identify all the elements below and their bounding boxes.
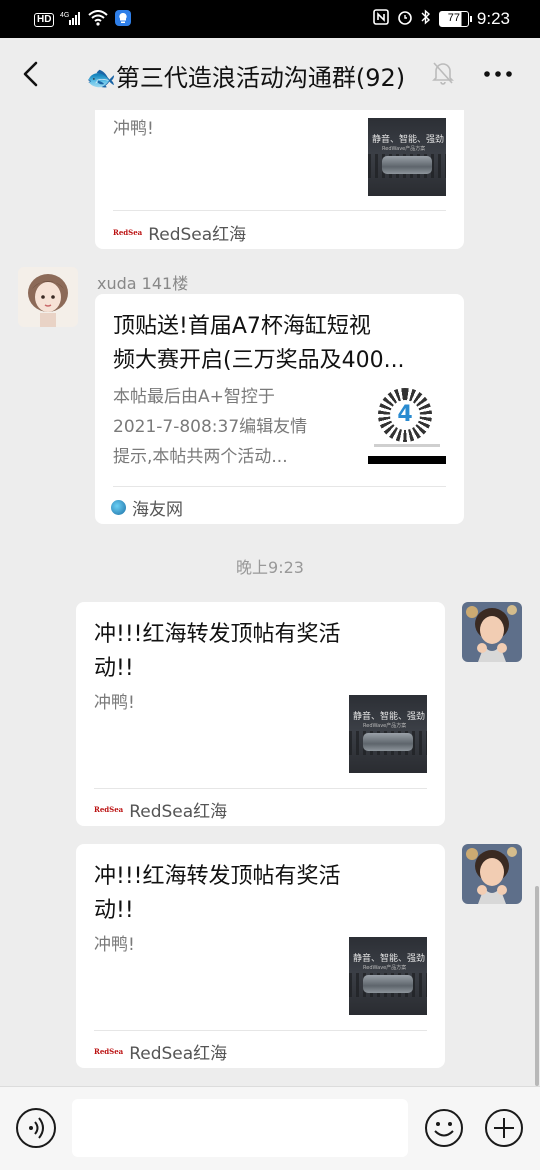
chat-message-list[interactable]: 冲鸭! 静音、智能、强劲 RedWave产品方案 RedSea RedSea红海… xyxy=(0,110,540,1086)
self-avatar[interactable] xyxy=(462,844,522,904)
card-source-name: RedSea红海 xyxy=(129,802,228,822)
card-description: 2021-7-808:37编辑友情 xyxy=(113,417,308,437)
chevron-left-icon xyxy=(23,61,38,87)
self-avatar[interactable] xyxy=(462,602,522,662)
app-notification-icon xyxy=(114,9,132,31)
girl-photo-avatar-icon xyxy=(462,844,522,904)
sender-name: xuda 141楼 xyxy=(97,274,189,293)
group-title: 🐟第三代造浪活动沟通群(92) xyxy=(86,64,406,92)
bluetooth-icon xyxy=(421,9,431,29)
card-source: RedSea RedSea红海 xyxy=(113,220,246,245)
thumb-caption: 静音、智能、强劲 xyxy=(372,135,445,145)
card-title: 顶贴送!首届A7杯海缸短视 xyxy=(113,314,371,339)
svg-text:4G: 4G xyxy=(60,12,69,19)
hd-icon: HD xyxy=(34,13,55,27)
card-source-name: RedSea红海 xyxy=(129,1044,228,1064)
card-thumbnail: 静音、智能、强劲 RedWave产品方案 xyxy=(349,695,427,773)
link-card[interactable]: 冲!!!红海转发顶帖有奖活 动!! 冲鸭! 静音、智能、强劲 RedWave产品… xyxy=(76,602,445,826)
card-source: RedSea RedSea红海 xyxy=(94,1039,227,1064)
card-title: 频大赛开启(三万奖品及400... xyxy=(113,348,405,373)
card-title: 动!! xyxy=(94,898,134,923)
clock: 9:23 xyxy=(476,9,510,28)
voice-input-button[interactable] xyxy=(16,1108,56,1148)
card-thumbnail: 静音、智能、强劲 RedWave产品方案 xyxy=(349,937,427,1015)
more-actions-button[interactable] xyxy=(484,1108,524,1148)
card-description: 本帖最后由A+智控于 xyxy=(113,387,275,407)
message-input-bar xyxy=(0,1086,540,1170)
scrollbar[interactable] xyxy=(535,886,539,1086)
voice-icon xyxy=(29,1117,44,1139)
thumb-subcaption: RedWave产品方案 xyxy=(363,965,407,971)
thumb-caption: 静音、智能、强劲 xyxy=(353,712,426,722)
link-card[interactable]: 冲!!!红海转发顶帖有奖活 动!! 冲鸭! 静音、智能、强劲 RedWave产品… xyxy=(76,844,445,1068)
plus-circle-icon xyxy=(485,1109,523,1147)
smiley-icon xyxy=(425,1109,463,1147)
status-bar: HD 4G 77 9:23 xyxy=(0,0,540,38)
card-source: RedSea RedSea红海 xyxy=(94,797,227,822)
nfc-icon xyxy=(373,9,389,29)
card-source-name: RedSea红海 xyxy=(148,225,247,245)
card-source: 海友网 xyxy=(111,495,183,520)
illustrated-girl-avatar-icon xyxy=(18,267,78,327)
card-title: 冲!!!红海转发顶帖有奖活 xyxy=(94,622,341,647)
card-description: 冲鸭! xyxy=(94,693,135,713)
thumb-caption: 静音、智能、强劲 xyxy=(353,954,426,964)
card-description: 提示,本帖共两个活动... xyxy=(113,447,288,467)
emoji-button[interactable] xyxy=(424,1108,464,1148)
mute-bell-icon xyxy=(432,60,454,86)
message-timestamp: 晚上9:23 xyxy=(236,558,304,577)
back-button[interactable] xyxy=(14,56,50,92)
card-title: 冲!!!红海转发顶帖有奖活 xyxy=(94,864,341,889)
chat-header: 🐟第三代造浪活动沟通群(92) xyxy=(0,38,540,110)
more-options-button[interactable] xyxy=(482,62,514,86)
message-text-input[interactable] xyxy=(72,1099,408,1157)
card-title: 动!! xyxy=(94,656,134,681)
redsea-logo-icon: RedSea xyxy=(94,805,124,814)
redsea-logo-icon: RedSea xyxy=(113,228,143,237)
link-card[interactable]: 顶贴送!首届A7杯海缸短视 频大赛开启(三万奖品及400... 本帖最后由A+智… xyxy=(95,294,464,524)
girl-photo-avatar-icon xyxy=(462,602,522,662)
thumb-subcaption: RedWave产品方案 xyxy=(382,146,426,152)
redsea-logo-icon: RedSea xyxy=(94,1047,124,1056)
card-description: 冲鸭! xyxy=(113,119,154,139)
thumb-subcaption: RedWave产品方案 xyxy=(363,723,407,729)
card-thumbnail xyxy=(368,386,446,464)
battery-icon: 77 xyxy=(438,11,472,27)
wifi-icon xyxy=(88,10,109,30)
signal-icon: 4G xyxy=(60,10,82,30)
haiyou-logo-icon xyxy=(111,500,126,515)
avatar[interactable] xyxy=(18,267,78,327)
card-thumbnail: 静音、智能、强劲 RedWave产品方案 xyxy=(368,118,446,196)
link-card[interactable]: 冲鸭! 静音、智能、强劲 RedWave产品方案 RedSea RedSea红海 xyxy=(95,110,464,249)
alarm-icon xyxy=(397,9,413,29)
card-description: 冲鸭! xyxy=(94,935,135,955)
card-source-name: 海友网 xyxy=(132,500,183,520)
more-icon xyxy=(484,71,512,77)
